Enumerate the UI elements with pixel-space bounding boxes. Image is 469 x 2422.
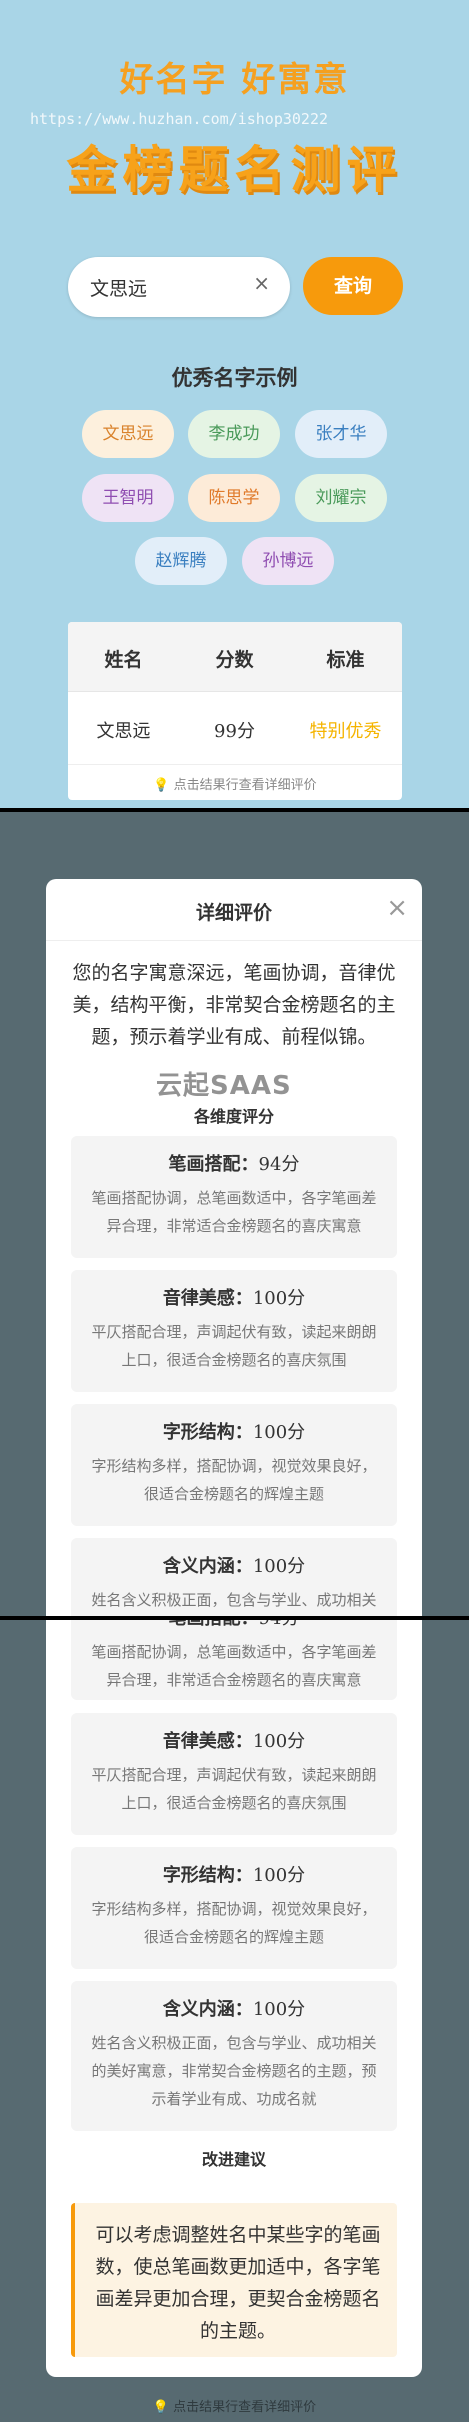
page-title: 好名字 好寓意 (119, 60, 350, 100)
example-chip[interactable]: 刘耀宗 (295, 474, 387, 522)
clear-icon[interactable]: × (253, 271, 270, 295)
dimension-name: 音律美感： (162, 1731, 253, 1752)
dimension-score: 100分 (252, 1288, 306, 1309)
dimension-score: 100分 (252, 1556, 306, 1577)
modal-summary: 您的名字寓意深远，笔画协调，音律优美，结构平衡，非常契合金榜题名的主题，预示着学… (72, 962, 396, 1048)
dimension-desc: 姓名含义积极正面，包含与学业、成功相关的美好寓意，非常契合金榜题名的主题，预示着… (91, 1591, 377, 1609)
close-icon[interactable]: × (386, 893, 408, 923)
modal-header: 详细评价 × (46, 879, 422, 941)
result-name: 文思远 (96, 721, 151, 742)
examples-title: 优秀名字示例 (171, 365, 298, 390)
advice-text: 可以考虑调整姓名中某些字的笔画数，使总笔画数更加适中，各字笔画差异更加合理，更契… (95, 2224, 381, 2342)
dimension-card: 字形结构：100分 字形结构多样，搭配协调，视觉效果良好，很适合金榜题名的辉煌主… (71, 1404, 397, 1526)
dimension-score: 100分 (252, 1865, 306, 1886)
dimension-name: 笔画搭配： (169, 1620, 259, 1629)
example-chip[interactable]: 孙博远 (242, 537, 334, 585)
dimension-name: 音律美感： (162, 1288, 253, 1309)
modal-overlay[interactable]: 好名字 好寓意 详细评价 × 您的名字寓意深远，笔画协调，音律优美，结构平衡，非… (0, 812, 469, 1616)
dimension-desc: 平仄搭配合理，声调起伏有致，读起来朗朗上口，很适合金榜题名的喜庆氛围 (91, 1323, 377, 1369)
dimensions-title: 各维度评分 (193, 1107, 274, 1126)
dimension-desc: 平仄搭配合理，声调起伏有致，读起来朗朗上口，很适合金榜题名的喜庆氛围 (91, 1766, 377, 1812)
result-level: 特别优秀 (309, 721, 382, 742)
dimension-name: 字形结构： (162, 1865, 253, 1886)
dimension-name: 字形结构： (162, 1422, 253, 1443)
lightbulb-icon: 💡 (152, 2400, 170, 2415)
example-chip[interactable]: 赵辉腾 (135, 537, 227, 585)
table-hint: 💡 点击结果行查看详细评价 (68, 774, 402, 793)
modal-title: 详细评价 (195, 902, 272, 924)
dimension-score: 100分 (252, 1731, 306, 1752)
detail-modal: 详细评价 × 您的名字寓意深远，笔画协调，音律优美，结构平衡，非常契合金榜题名的… (46, 879, 422, 1616)
table-hint-text: 点击结果行查看详细评价 (173, 778, 317, 793)
result-score: 99分 (214, 721, 255, 742)
example-chip[interactable]: 文思远 (82, 410, 174, 458)
dimension-card: 笔画搭配：94分 笔画搭配协调，总笔画数适中，各字笔画差异合理，非常适合金榜题名… (71, 1620, 397, 1700)
table-hint-background: 💡 点击结果行查看详细评价 (0, 2396, 469, 2415)
column-header: 分数 (215, 649, 254, 671)
table-hint-text: 点击结果行查看详细评价 (173, 2400, 317, 2415)
dimension-desc: 姓名含义积极正面，包含与学业、成功相关的美好寓意，非常契合金榜题名的主题，预示着… (91, 2034, 377, 2108)
dimension-card: 含义内涵：100分 姓名含义积极正面，包含与学业、成功相关的美好寓意，非常契合金… (71, 1981, 397, 2131)
advice-title: 改进建议 (201, 2150, 266, 2169)
dimension-name: 含义内涵： (162, 1556, 253, 1577)
divider (68, 764, 402, 765)
page-subtitle: 金榜题名测评 (66, 140, 403, 199)
dimension-card: 音律美感：100分 平仄搭配合理，声调起伏有致，读起来朗朗上口，很适合金榜题名的… (71, 1713, 397, 1835)
dimension-desc: 字形结构多样，搭配协调，视觉效果良好，很适合金榜题名的辉煌主题 (91, 1900, 377, 1946)
dimension-score: 100分 (252, 1422, 306, 1443)
saas-watermark: 云起SAAS (156, 1071, 292, 1101)
main-page: 好名字 好寓意 https://www.huzhan.com/ishop3022… (0, 0, 469, 808)
advice-box: 可以考虑调整姓名中某些字的笔画数，使总笔画数更加适中，各字笔画差异更加合理，更契… (71, 2203, 397, 2357)
dimension-name: 笔画搭配： (168, 1154, 259, 1175)
dimension-score: 100分 (252, 1999, 306, 2020)
search-input[interactable]: 文思远 × (68, 257, 290, 317)
dimension-name: 含义内涵： (162, 1999, 253, 2020)
lightbulb-icon: 💡 (153, 778, 170, 793)
dimension-desc: 字形结构多样，搭配协调，视觉效果良好，很适合金榜题名的辉煌主题 (91, 1457, 377, 1503)
example-chip[interactable]: 王智明 (82, 474, 174, 522)
example-chip[interactable]: 陈思学 (188, 474, 280, 522)
url-watermark: https://www.huzhan.com/ishop30222 (30, 110, 329, 128)
table-header: 姓名 分数 标准 (68, 622, 402, 692)
example-chip[interactable]: 李成功 (188, 410, 280, 458)
dimension-card: 音律美感：100分 平仄搭配合理，声调起伏有致，读起来朗朗上口，很适合金榜题名的… (71, 1270, 397, 1392)
column-header: 标准 (326, 649, 365, 671)
example-chip[interactable]: 张才华 (295, 410, 387, 458)
search-input-value: 文思远 (90, 278, 148, 300)
modal-overlay[interactable]: 笔画搭配：94分 笔画搭配协调，总笔画数适中，各字笔画差异合理，非常适合金榜题名… (0, 1620, 469, 2422)
dimension-card: 字形结构：100分 字形结构多样，搭配协调，视觉效果良好，很适合金榜题名的辉煌主… (71, 1847, 397, 1969)
dimension-score: 94分 (258, 1154, 300, 1175)
dimension-desc: 笔画搭配协调，总笔画数适中，各字笔画差异合理，非常适合金榜题名的喜庆寓意 (91, 1189, 377, 1235)
dimension-desc: 笔画搭配协调，总笔画数适中，各字笔画差异合理，非常适合金榜题名的喜庆寓意 (91, 1643, 377, 1689)
dimension-card: 含义内涵：100分 姓名含义积极正面，包含与学业、成功相关的美好寓意，非常契合金… (71, 1538, 397, 1616)
result-table: 姓名 分数 标准 文思远 99分 特别优秀 💡 点击结果行查看详细评价 (68, 622, 402, 800)
dimension-score: 94分 (259, 1620, 300, 1629)
detail-modal: 笔画搭配：94分 笔画搭配协调，总笔画数适中，各字笔画差异合理，非常适合金榜题名… (46, 1620, 422, 2377)
column-header: 姓名 (104, 649, 143, 671)
search-button[interactable]: 查询 (303, 257, 403, 315)
dimension-card: 笔画搭配：94分 笔画搭配协调，总笔画数适中，各字笔画差异合理，非常适合金榜题名… (71, 1136, 397, 1258)
